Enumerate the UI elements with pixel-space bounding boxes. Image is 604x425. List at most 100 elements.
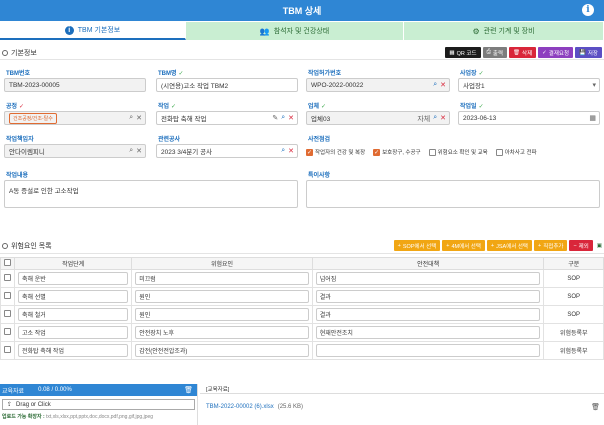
row-checkbox[interactable]: [4, 310, 11, 317]
site-select[interactable]: 사업장1 ▾: [458, 78, 600, 92]
print-button[interactable]: ⎙ 출력: [482, 47, 508, 58]
risk-cell: 감전(안전전압조과): [131, 341, 313, 360]
measure-input[interactable]: 결과: [315, 308, 541, 321]
info-icon[interactable]: i: [582, 4, 594, 16]
edit-icon[interactable]: ✎: [272, 114, 278, 122]
tab-label: 참석자 및 건강상태: [273, 28, 330, 35]
search-icon[interactable]: ⌕: [281, 147, 285, 155]
vendor-field[interactable]: 업체03 자체 ⌕ ✕: [306, 111, 450, 125]
remove-button[interactable]: − 제외: [569, 240, 593, 251]
date-picker[interactable]: 2023-06-13 ▦: [458, 111, 600, 125]
row-checkbox[interactable]: [4, 274, 11, 281]
risk-input[interactable]: 감전(안전전압조과): [135, 344, 309, 357]
drop-zone[interactable]: ⇪ Drag or Click: [2, 399, 195, 410]
checkbox-checked[interactable]: ✓: [373, 148, 381, 156]
save-button[interactable]: 💾 저장: [575, 47, 602, 58]
table-row[interactable]: 축해 운반 미끄럼 넘어짐 SOP: [0, 269, 604, 288]
measure-input[interactable]: [315, 344, 541, 357]
search-icon[interactable]: ⌕: [129, 114, 133, 122]
permit-field[interactable]: WPO-2022-00022 ⌕ ✕: [306, 78, 450, 92]
label-text: 작업일: [460, 104, 477, 110]
excel-icon[interactable]: ▣: [594, 240, 604, 251]
risk-input[interactable]: 안전장치 노후: [135, 326, 309, 339]
delete-button[interactable]: 🗑 삭제: [509, 47, 537, 58]
step-input[interactable]: 축해 선별: [18, 290, 129, 303]
search-icon[interactable]: ⌕: [129, 147, 133, 155]
row-checkbox[interactable]: [4, 292, 11, 299]
trash-icon[interactable]: 🗑: [184, 386, 193, 394]
type-cell: 위험등록부: [543, 323, 604, 342]
calendar-icon[interactable]: ▦: [589, 114, 596, 122]
tab-attendees[interactable]: 👥 참석자 및 건강상태: [186, 22, 404, 40]
table-row[interactable]: 전화탑 축해 작업 감전(안전전압조과) 위험등록부: [0, 341, 604, 360]
precheck-risk-education[interactable]: 위험요소 확인 및 교육: [428, 148, 488, 156]
precheck-protective-gear[interactable]: ✓ 보호장구, 수공구: [373, 148, 421, 156]
table-row[interactable]: 축해 철거 원인 결과 SOP: [0, 305, 604, 324]
remarks-label: 특이사항: [308, 173, 331, 179]
precheck-health[interactable]: ✓ 작업자의 건강 및 복장: [306, 148, 365, 156]
remarks-textarea[interactable]: [306, 180, 600, 208]
table-row[interactable]: 축해 선별 원인 결과 SOP: [0, 287, 604, 306]
attachment-list: [교육자료] TBM-2022-00002 (6).xlsx (25.6 KB)…: [200, 384, 604, 425]
clear-icon[interactable]: ✕: [440, 81, 446, 89]
content-textarea[interactable]: A동 증설로 인한 고소작업: [4, 180, 298, 208]
clear-icon[interactable]: ✕: [440, 114, 446, 124]
hazard-table: 작업단계 위험요인 안전대책 구분 축해 운반 미끄럼 넘어짐 SOP 축해 선…: [0, 257, 604, 360]
label-text: 공정: [6, 104, 18, 110]
manager-field[interactable]: 안다이렘피니 ⌕ ✕: [4, 144, 146, 158]
step-input[interactable]: 축해 철거: [18, 308, 129, 321]
step-input[interactable]: 전화탑 축해 작업: [18, 344, 129, 357]
measure-input[interactable]: 결과: [315, 290, 541, 303]
risk-input[interactable]: 원인: [135, 290, 309, 303]
risk-input[interactable]: 미끄럼: [135, 272, 309, 285]
precheck-group: ✓ 작업자의 건강 및 복장 ✓ 보호장구, 수공구 위험요소 확인 및 교육 아차…: [306, 148, 537, 156]
row-select-cell: [0, 287, 15, 306]
process-field[interactable]: 건조공정/건조-탈수 ⌕ ✕: [4, 111, 146, 125]
add-direct-button[interactable]: + 직접추가: [533, 240, 568, 251]
site-label: 사업장 ✓: [460, 68, 484, 77]
trash-icon[interactable]: 🗑: [591, 403, 600, 411]
step-cell: 고소 작업: [13, 323, 133, 342]
file-size: (25.6 KB): [277, 404, 304, 410]
checkbox-checked[interactable]: ✓: [306, 148, 313, 156]
permit-value: WPO-2022-00022: [311, 81, 364, 89]
risk-input[interactable]: 원인: [135, 308, 309, 321]
project-field[interactable]: 2023 3/4분기 공사 ⌕ ✕: [156, 144, 298, 158]
qr-code-button[interactable]: ▦ QR 코드: [445, 47, 481, 58]
search-icon[interactable]: ⌕: [281, 114, 285, 122]
search-icon[interactable]: ⌕: [433, 81, 437, 89]
work-field[interactable]: 전화탑 축해 작업 ✎ ⌕ ✕: [156, 111, 298, 125]
tbm-name-field[interactable]: (시연용)고소 작업 TBM2: [156, 78, 298, 92]
measure-input[interactable]: 현재안전조치: [315, 326, 541, 339]
clear-icon[interactable]: ✕: [288, 147, 294, 155]
file-link[interactable]: TBM-2022-00002 (6).xlsx: [206, 404, 274, 410]
tab-label: TBM 기본정보: [77, 27, 121, 34]
table-row[interactable]: 고소 작업 안전장치 노후 현재안전조치 위험등록부: [0, 323, 604, 342]
step-input[interactable]: 축해 운반: [18, 272, 129, 285]
select-from-jsa-button[interactable]: + JSA에서 선택: [486, 240, 532, 251]
work-value: 전화탑 축해 작업: [161, 116, 207, 123]
process-tag[interactable]: 건조공정/건조-탈수: [9, 112, 57, 124]
measure-input[interactable]: 넘어짐: [315, 272, 541, 285]
clear-icon[interactable]: ✕: [136, 114, 142, 122]
precheck-near-miss[interactable]: 아차사고 전파: [495, 148, 537, 156]
search-icon[interactable]: ⌕: [433, 114, 437, 124]
step-input[interactable]: 고소 작업: [18, 326, 129, 339]
work-label: 작업 ✓: [158, 101, 176, 110]
row-checkbox[interactable]: [4, 328, 11, 335]
clear-icon[interactable]: ✕: [136, 147, 142, 155]
select-all-checkbox[interactable]: [4, 259, 11, 266]
clear-icon[interactable]: ✕: [288, 114, 294, 122]
tab-basic-info[interactable]: i TBM 기본정보: [0, 22, 186, 40]
select-from-4m-button[interactable]: +4M에서 선택: [442, 240, 485, 251]
select-from-sop-button[interactable]: + SOP에서 선택: [393, 240, 441, 251]
row-checkbox[interactable]: [4, 346, 11, 353]
section-title: 위험요인 목록: [11, 242, 52, 250]
project-label: 관련공사: [158, 137, 181, 143]
tab-equipment[interactable]: ⚙ 관련 기계 및 장비: [404, 22, 604, 40]
permit-label: 작업허가번호: [308, 71, 342, 77]
project-value: 2023 3/4분기 공사: [161, 149, 213, 156]
checkbox-unchecked[interactable]: [428, 148, 436, 156]
approval-request-button[interactable]: ✓ 결재요청: [538, 47, 574, 58]
checkbox-unchecked[interactable]: [495, 148, 503, 156]
